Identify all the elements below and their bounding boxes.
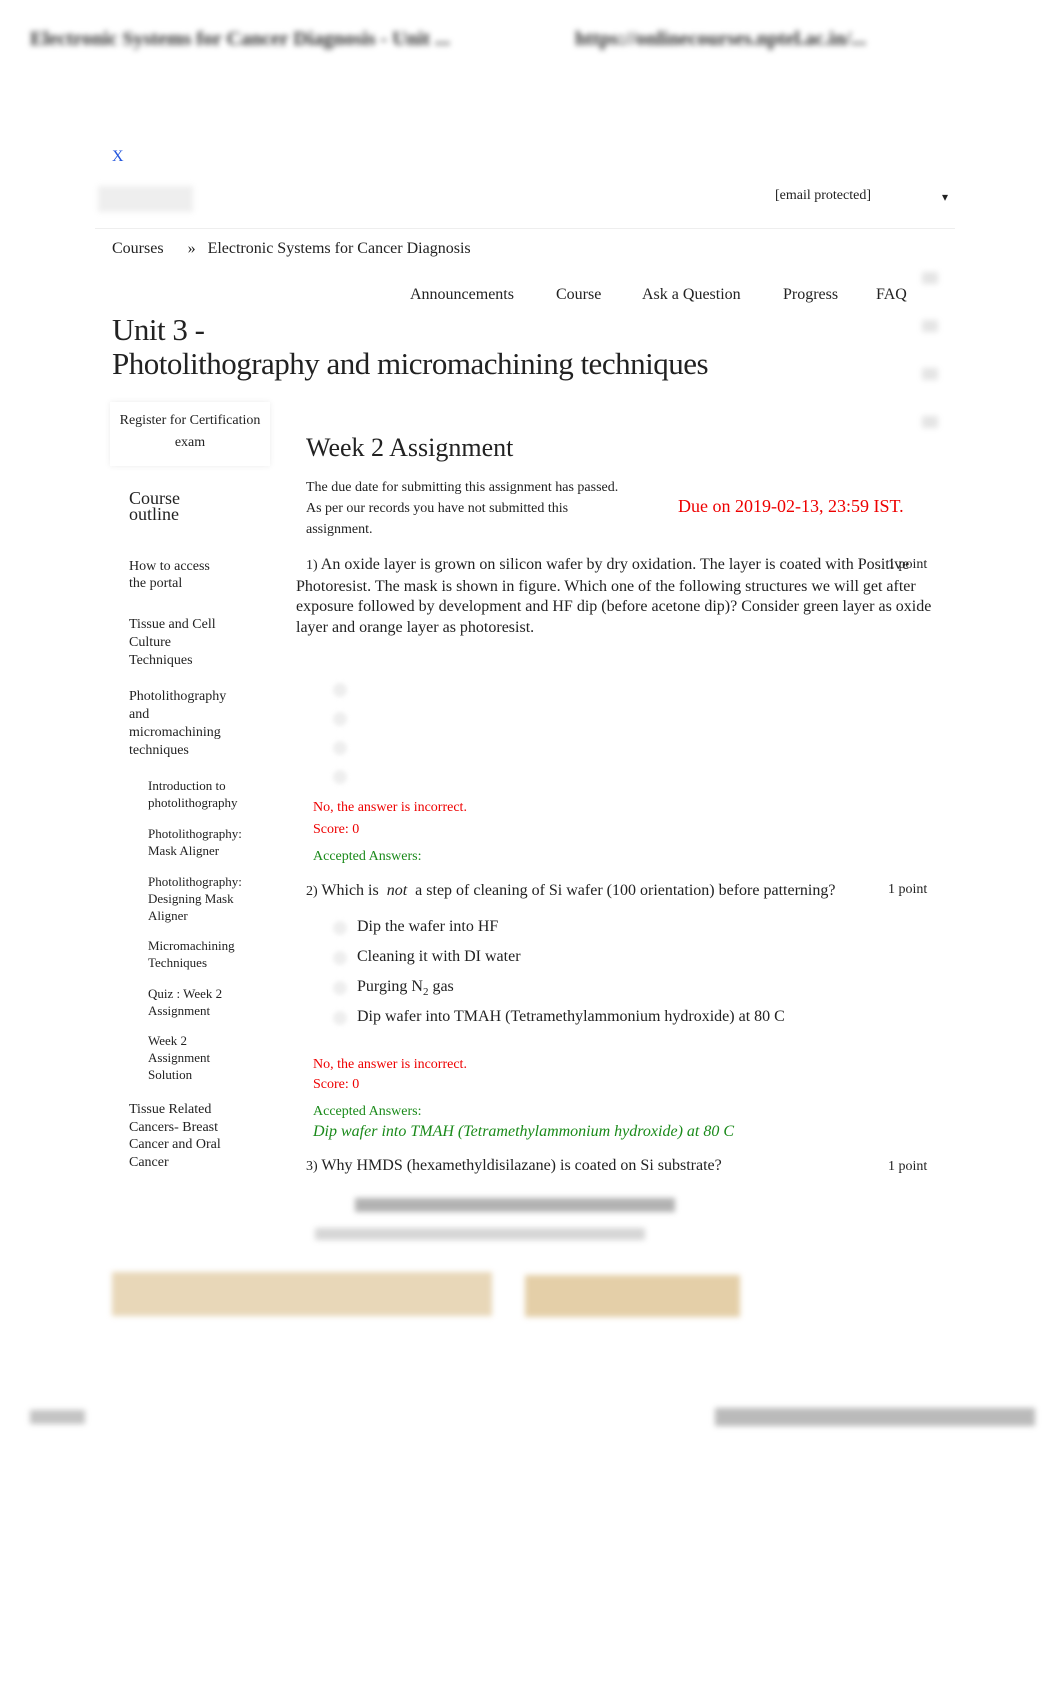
sidebar-subitem[interactable]: Micromachining Techniques	[148, 937, 243, 971]
close-link[interactable]: X	[112, 148, 124, 166]
feedback-incorrect: No, the answer is incorrect.	[313, 1057, 467, 1072]
logo	[98, 186, 193, 212]
browser-title: Electronic Systems for Cancer Diagnosis …	[30, 28, 450, 50]
sidebar-item-portal[interactable]: How to access the portal	[129, 558, 224, 592]
unit-title-line2: Photolithography and micromachining tech…	[112, 346, 709, 381]
sidebar-item-photolithography[interactable]: Photolithography and micromachining tech…	[129, 688, 234, 760]
chevron-down-icon[interactable]: ▾	[942, 190, 948, 205]
nav-announcements[interactable]: Announcements	[410, 286, 514, 304]
radio-option[interactable]	[333, 981, 347, 995]
nav-course[interactable]: Course	[556, 286, 601, 304]
question-number: 1)	[306, 558, 318, 573]
user-email[interactable]: [email protected]	[775, 188, 871, 204]
notice-passed: The due date for submitting this assignm…	[306, 480, 619, 495]
breadcrumb-course[interactable]: Electronic Systems for Cancer Diagnosis	[208, 240, 471, 257]
print-date	[715, 1408, 1035, 1426]
question-2: 2) Which is not a step of cleaning of Si…	[306, 882, 835, 900]
course-outline-heading: Course outline	[129, 488, 180, 524]
radio-option[interactable]	[333, 741, 347, 755]
nav-ask-question[interactable]: Ask a Question	[642, 286, 741, 304]
sidebar-subitem[interactable]: Photolithography: Designing Mask Aligner	[148, 873, 243, 924]
option-label: Cleaning it with DI water	[357, 948, 521, 965]
nav-faq[interactable]: FAQ	[876, 286, 907, 304]
blurred-button[interactable]	[112, 1272, 492, 1316]
radio-option[interactable]	[333, 683, 347, 697]
nav-progress[interactable]: Progress	[783, 286, 838, 304]
side-icons	[922, 262, 938, 462]
page: Electronic Systems for Cancer Diagnosis …	[0, 0, 1062, 1689]
blurred-text	[315, 1228, 645, 1240]
question-points: 1 point	[888, 557, 928, 572]
sidebar-item-tissue-cancers[interactable]: Tissue Related Cancers- Breast Cancer an…	[129, 1101, 229, 1171]
accepted-answer: Dip wafer into TMAH (Tetramethylammonium…	[313, 1123, 735, 1140]
question-1: 1) An oxide layer is grown on silicon wa…	[296, 555, 940, 638]
radio-option[interactable]	[333, 770, 347, 784]
sidebar-subitem[interactable]: Week 2 Assignment Solution	[148, 1032, 218, 1083]
question-points: 1 point	[888, 882, 928, 897]
question-text: Why HMDS (hexamethyldisilazane) is coate…	[321, 1157, 722, 1174]
browser-url: https://onlinecourses.nptel.ac.in/...	[575, 28, 867, 50]
assignment-notice: The due date for submitting this assignm…	[306, 477, 626, 540]
blurred-button[interactable]	[525, 1275, 740, 1317]
breadcrumb: Courses » Electronic Systems for Cancer …	[112, 240, 471, 258]
sidebar-subitem[interactable]: Photolithography: Mask Aligner	[148, 825, 248, 859]
feedback-incorrect: No, the answer is incorrect.	[313, 800, 467, 815]
question-number: 3)	[306, 1159, 318, 1174]
option-text: Purging N	[357, 978, 423, 995]
question-text: An oxide layer is grown on silicon wafer…	[296, 556, 932, 636]
sidebar-subitem[interactable]: Introduction to photolithography	[148, 777, 248, 811]
score: Score: 0	[313, 822, 360, 837]
question-text: a step of cleaning of Si wafer (100 orie…	[411, 882, 836, 899]
due-date: Due on 2019-02-13, 23:59 IST.	[678, 496, 904, 516]
question-text: Which is	[321, 882, 383, 899]
notice-not-submitted: As per our records you have not submitte…	[306, 501, 569, 537]
breadcrumb-courses[interactable]: Courses	[112, 240, 164, 257]
question-3: 3) Why HMDS (hexamethyldisilazane) is co…	[306, 1157, 722, 1175]
radio-option[interactable]	[333, 1011, 347, 1025]
register-button[interactable]: Register for Certification exam	[110, 402, 270, 466]
unit-title-line1: Unit 3 -	[112, 312, 205, 347]
option-label: Dip the wafer into HF	[357, 918, 499, 935]
question-points: 1 point	[888, 1159, 928, 1174]
option-label: Purging N2 gas	[357, 978, 454, 998]
radio-option[interactable]	[333, 712, 347, 726]
sidebar-item-tissue-culture[interactable]: Tissue and Cell Culture Techniques	[129, 616, 224, 670]
radio-option[interactable]	[333, 921, 347, 935]
unit-title: Unit 3 - Photolithography and micromachi…	[112, 312, 709, 381]
accepted-answers-label: Accepted Answers:	[313, 1104, 422, 1119]
breadcrumb-separator: »	[187, 240, 196, 257]
divider	[95, 228, 955, 229]
score: Score: 0	[313, 1077, 360, 1092]
question-number: 2)	[306, 884, 318, 899]
assignment-title: Week 2 Assignment	[306, 433, 514, 462]
question-emphasis: not	[386, 882, 408, 899]
sidebar-subitem[interactable]: Quiz : Week 2 Assignment	[148, 985, 233, 1019]
accepted-answers-label: Accepted Answers:	[313, 849, 422, 864]
option-label: Dip wafer into TMAH (Tetramethylammonium…	[357, 1008, 785, 1025]
radio-option[interactable]	[333, 951, 347, 965]
blurred-option	[355, 1198, 675, 1212]
option-text: gas	[428, 978, 454, 995]
page-number	[30, 1410, 85, 1424]
